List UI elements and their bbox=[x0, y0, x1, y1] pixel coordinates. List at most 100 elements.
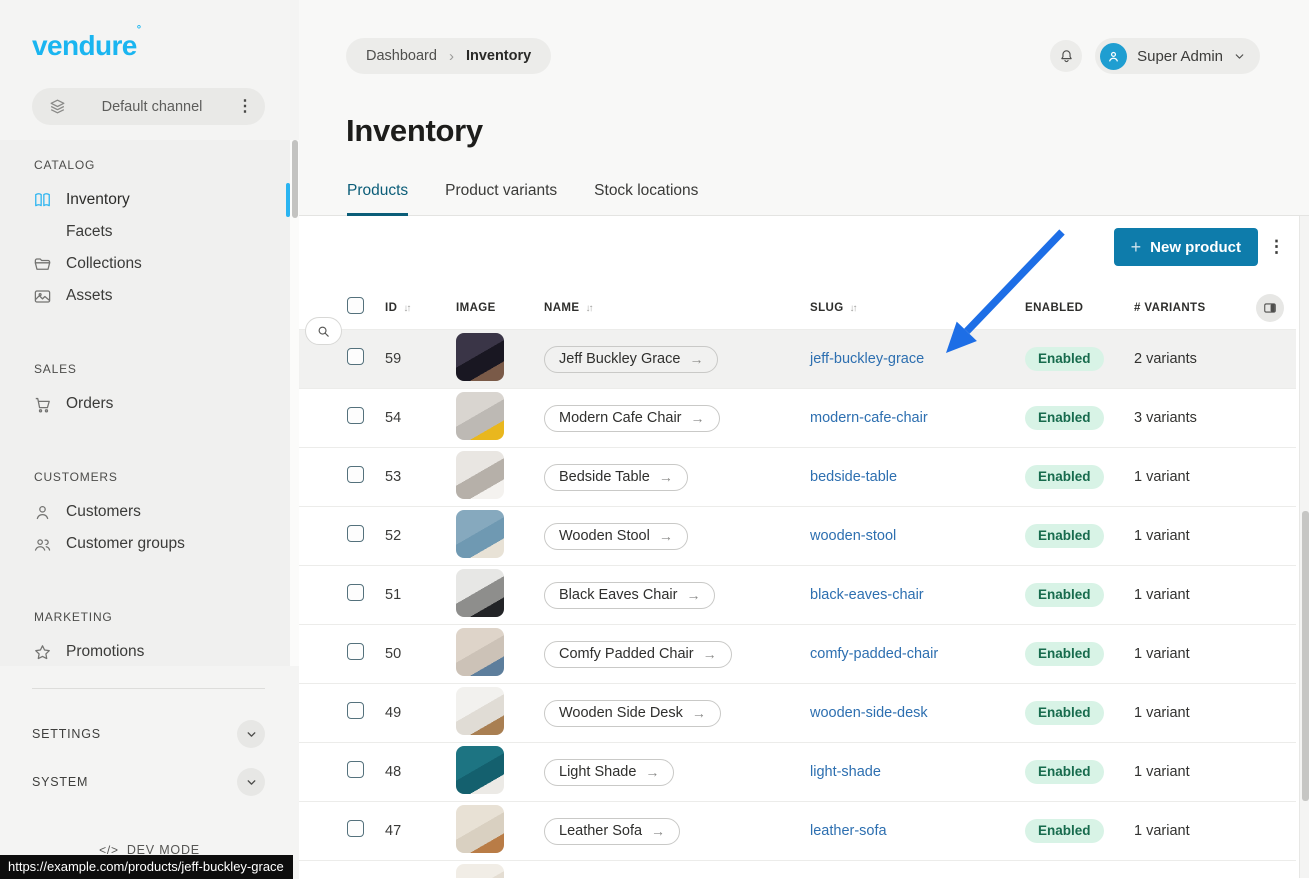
row-checkbox[interactable] bbox=[347, 525, 364, 542]
sidebar-item-inventory[interactable]: Inventory bbox=[0, 184, 299, 216]
tab-bar: Products Product variants Stock location… bbox=[347, 182, 698, 216]
column-name: NAME bbox=[544, 302, 579, 314]
user-icon bbox=[33, 503, 52, 522]
tab-products[interactable]: Products bbox=[347, 182, 408, 216]
notifications-button[interactable] bbox=[1050, 40, 1082, 72]
sidebar-item-assets[interactable]: Assets bbox=[0, 280, 299, 312]
variant-count: 1 variant bbox=[1134, 705, 1296, 721]
product-slug-link[interactable]: bedside-table bbox=[810, 469, 897, 485]
row-checkbox[interactable] bbox=[347, 702, 364, 719]
product-name-link[interactable]: Light Shade→ bbox=[544, 759, 674, 786]
new-product-button[interactable]: + New product bbox=[1114, 228, 1258, 266]
product-slug-link[interactable]: light-shade bbox=[810, 764, 881, 780]
settings-expand-button[interactable] bbox=[237, 720, 265, 748]
product-slug-link[interactable]: jeff-buckley-grace bbox=[810, 351, 924, 367]
product-thumbnail bbox=[456, 392, 504, 440]
sort-icon[interactable]: ↓↑ bbox=[403, 303, 409, 314]
row-checkbox[interactable] bbox=[347, 466, 364, 483]
sidebar-section-system[interactable]: SYSTEM bbox=[0, 767, 299, 797]
main-scrollbar[interactable] bbox=[1299, 216, 1309, 878]
sort-icon[interactable]: ↓↑ bbox=[585, 303, 591, 314]
sidebar-item-label: Promotions bbox=[66, 643, 144, 661]
user-menu[interactable]: Super Admin bbox=[1095, 38, 1260, 74]
tab-product-variants[interactable]: Product variants bbox=[445, 182, 557, 216]
row-checkbox[interactable] bbox=[347, 820, 364, 837]
product-slug-link[interactable]: modern-cafe-chair bbox=[810, 410, 928, 426]
sidebar-item-collections[interactable]: Collections bbox=[0, 248, 299, 280]
enabled-badge: Enabled bbox=[1025, 347, 1104, 371]
sidebar-item-orders[interactable]: Orders bbox=[0, 388, 299, 420]
sidebar-item-label: Assets bbox=[66, 287, 113, 305]
channel-selector[interactable]: Default channel ⋮ bbox=[32, 88, 265, 125]
product-thumbnail bbox=[456, 864, 504, 879]
product-id: 49 bbox=[385, 705, 456, 721]
system-label: SYSTEM bbox=[32, 775, 88, 789]
table-row-partial bbox=[299, 860, 1296, 878]
search-icon bbox=[316, 324, 331, 339]
channel-label: Default channel bbox=[67, 99, 237, 115]
product-id: 51 bbox=[385, 587, 456, 603]
sidebar-item-label: Collections bbox=[66, 255, 142, 273]
channel-menu-kebab-icon[interactable]: ⋮ bbox=[237, 99, 253, 115]
table-options-kebab-icon[interactable]: ⋮ bbox=[1268, 237, 1285, 257]
product-id: 59 bbox=[385, 351, 456, 367]
table-row: 53 Bedside Table→ bedside-table Enabled … bbox=[299, 447, 1296, 506]
sidebar-item-label: Orders bbox=[66, 395, 113, 413]
product-slug-link[interactable]: leather-sofa bbox=[810, 823, 887, 839]
table-row: 54 Modern Cafe Chair→ modern-cafe-chair … bbox=[299, 388, 1296, 447]
product-name-link[interactable]: Black Eaves Chair→ bbox=[544, 582, 715, 609]
image-icon bbox=[33, 287, 52, 306]
product-thumbnail bbox=[456, 628, 504, 676]
new-product-label: New product bbox=[1150, 239, 1241, 256]
product-slug-link[interactable]: black-eaves-chair bbox=[810, 587, 924, 603]
product-name: Wooden Side Desk bbox=[559, 705, 683, 721]
variant-count: 2 variants bbox=[1134, 351, 1296, 367]
content-area: + New product ⋮ ID↓↑ IMAGE NAME↓↑ SLUG↓↑… bbox=[299, 216, 1309, 878]
product-slug-link[interactable]: wooden-side-desk bbox=[810, 705, 928, 721]
arrow-right-icon: → bbox=[651, 823, 665, 839]
arrow-right-icon: → bbox=[691, 410, 705, 426]
link-preview-status-bar: https://example.com/products/jeff-buckle… bbox=[0, 855, 293, 879]
product-name-link[interactable]: Leather Sofa→ bbox=[544, 818, 680, 845]
column-settings-button[interactable] bbox=[1256, 294, 1284, 322]
nav-section-catalog: CATALOG bbox=[0, 158, 299, 172]
product-name-link[interactable]: Jeff Buckley Grace→ bbox=[544, 346, 718, 373]
row-checkbox[interactable] bbox=[347, 348, 364, 365]
breadcrumb-dashboard-link[interactable]: Dashboard bbox=[366, 48, 437, 64]
table-row: 47 Leather Sofa→ leather-sofa Enabled 1 … bbox=[299, 801, 1296, 860]
row-checkbox[interactable] bbox=[347, 761, 364, 778]
row-checkbox[interactable] bbox=[347, 407, 364, 424]
sidebar-header: vendure° Default channel ⋮ bbox=[0, 0, 299, 140]
product-name-link[interactable]: Comfy Padded Chair→ bbox=[544, 641, 732, 668]
sidebar-scrollbar[interactable] bbox=[290, 140, 299, 666]
main-scrollbar-thumb[interactable] bbox=[1302, 511, 1309, 801]
product-slug-link[interactable]: comfy-padded-chair bbox=[810, 646, 938, 662]
sidebar-scrollbar-thumb[interactable] bbox=[292, 140, 298, 218]
product-name-link[interactable]: Bedside Table→ bbox=[544, 464, 688, 491]
product-id: 53 bbox=[385, 469, 456, 485]
row-checkbox[interactable] bbox=[347, 584, 364, 601]
tab-stock-locations[interactable]: Stock locations bbox=[594, 182, 698, 216]
table-header-row: ID↓↑ IMAGE NAME↓↑ SLUG↓↑ ENABLED # VARIA… bbox=[299, 287, 1296, 329]
sidebar-item-customer-groups[interactable]: Customer groups bbox=[0, 528, 299, 560]
product-slug-link[interactable]: wooden-stool bbox=[810, 528, 896, 544]
system-expand-button[interactable] bbox=[237, 768, 265, 796]
variant-count: 1 variant bbox=[1134, 469, 1296, 485]
row-checkbox[interactable] bbox=[347, 643, 364, 660]
product-name-link[interactable]: Wooden Side Desk→ bbox=[544, 700, 721, 727]
nav-section-customers: CUSTOMERS bbox=[0, 470, 299, 484]
sidebar-item-facets[interactable]: Facets bbox=[0, 216, 299, 248]
sidebar-item-customers[interactable]: Customers bbox=[0, 496, 299, 528]
enabled-badge: Enabled bbox=[1025, 760, 1104, 784]
sort-icon[interactable]: ↓↑ bbox=[850, 303, 856, 314]
search-toggle[interactable] bbox=[305, 317, 342, 345]
sidebar: vendure° Default channel ⋮ CATALOG Inven… bbox=[0, 0, 299, 879]
product-name-link[interactable]: Modern Cafe Chair→ bbox=[544, 405, 720, 432]
product-name-link[interactable]: Wooden Stool→ bbox=[544, 523, 688, 550]
sidebar-item-promotions[interactable]: Promotions bbox=[0, 636, 299, 666]
select-all-checkbox[interactable] bbox=[347, 297, 364, 314]
sidebar-section-settings[interactable]: SETTINGS bbox=[0, 719, 299, 749]
arrow-right-icon: → bbox=[659, 528, 673, 544]
product-thumbnail bbox=[456, 451, 504, 499]
product-name: Bedside Table bbox=[559, 469, 650, 485]
